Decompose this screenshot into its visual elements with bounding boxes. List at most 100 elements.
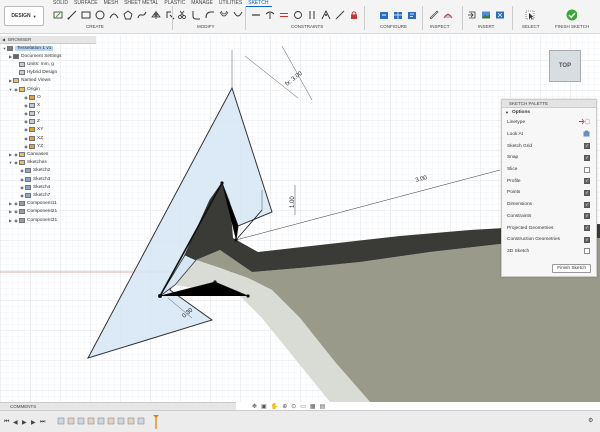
spline-icon[interactable] (136, 9, 147, 20)
tab-mesh[interactable]: MESH (101, 0, 121, 7)
equal-icon[interactable] (278, 9, 289, 20)
rules-icon[interactable] (406, 9, 417, 20)
coincident-icon[interactable] (264, 9, 275, 20)
browser-item[interactable]: ◉ X (0, 101, 96, 109)
orbit-icon[interactable]: ✥ (252, 403, 257, 410)
tangent-icon[interactable] (292, 9, 303, 20)
look-at-icon[interactable]: ▣ (261, 403, 267, 410)
palette-checkbox[interactable] (584, 225, 590, 232)
palette-checkbox[interactable] (584, 189, 590, 196)
first-step-icon[interactable]: ⏮ (4, 419, 9, 426)
linetype-construction-icon[interactable] (578, 118, 591, 127)
tab-utilities[interactable]: UTILITIES (216, 0, 245, 7)
tab-sketch[interactable]: SKETCH (245, 0, 272, 7)
palette-header[interactable]: SKETCH PALETTE (502, 100, 596, 108)
palette-checkbox[interactable] (584, 201, 590, 208)
sketch-icon[interactable] (52, 9, 63, 20)
lock-icon[interactable] (348, 9, 359, 20)
browser-item[interactable]: ▶ Document Settings (0, 52, 96, 60)
browser-item[interactable]: ◉ YZ (0, 142, 96, 150)
browser-item[interactable]: ◉ Sketch3 (0, 175, 96, 183)
break-icon[interactable] (232, 9, 243, 20)
workspace-switcher[interactable]: DESIGN ▼ (4, 6, 44, 26)
rectangle-icon[interactable] (80, 9, 91, 20)
tab-plastic[interactable]: PLASTIC (161, 0, 188, 7)
gear-icon[interactable]: ⚙ (588, 417, 593, 424)
look-at-icon[interactable] (583, 130, 590, 139)
browser-item[interactable]: ▼ ◉ Origin (0, 85, 96, 93)
tab-manage[interactable]: MANAGE (188, 0, 216, 7)
palette-checkbox[interactable] (584, 213, 590, 220)
palette-section-options[interactable]: ▼ Options (502, 108, 596, 117)
group-insert-label[interactable]: INSERT (478, 24, 494, 29)
palette-checkbox[interactable] (584, 154, 590, 161)
insert-dxf-icon[interactable] (494, 9, 505, 20)
palette-checkbox[interactable] (584, 236, 590, 243)
extend-icon[interactable] (204, 9, 215, 20)
browser-item[interactable]: ▶ Named Views (0, 77, 96, 85)
project-icon[interactable] (164, 9, 175, 20)
insert-derive-icon[interactable] (466, 9, 477, 20)
group-select-label[interactable]: SELECT (522, 24, 540, 29)
browser-item[interactable]: Hybrid Design (0, 69, 96, 77)
palette-checkbox[interactable] (584, 178, 590, 185)
grid-settings-icon[interactable]: ▦ (310, 403, 316, 410)
browser-item[interactable]: ◉ Y (0, 110, 96, 118)
chevron-down-icon[interactable]: ◀ (2, 37, 5, 42)
display-settings-icon[interactable]: ▭ (300, 403, 306, 410)
play-icon[interactable]: ▶ (22, 419, 27, 426)
palette-checkbox[interactable] (584, 248, 590, 255)
offset-icon[interactable] (218, 9, 229, 20)
circle-icon[interactable] (94, 9, 105, 20)
last-step-icon[interactable]: ⏭ (40, 419, 45, 426)
browser-item[interactable]: ▶ ◉ Component21 (0, 208, 96, 216)
finish-sketch-icon[interactable] (566, 9, 577, 20)
palette-checkbox[interactable] (584, 143, 590, 150)
palette-checkbox[interactable] (584, 166, 590, 173)
line-icon[interactable] (66, 9, 77, 20)
group-inspect-label[interactable]: INSPECT (430, 24, 450, 29)
browser-item[interactable]: ◉ O (0, 93, 96, 101)
browser-item[interactable]: ◉ Sketch2 (0, 167, 96, 175)
viewcube[interactable]: TOP (549, 50, 581, 82)
parameters-icon[interactable] (378, 9, 389, 20)
horizontal-constraint-icon[interactable] (250, 9, 261, 20)
mirror-icon[interactable] (150, 9, 161, 20)
tab-surface[interactable]: SURFACE (71, 0, 101, 7)
fillet-icon[interactable] (190, 9, 201, 20)
zoom-window-icon[interactable]: ⊙ (291, 403, 296, 410)
pan-icon[interactable]: ✋ (271, 403, 278, 410)
midpoint-icon[interactable] (320, 9, 331, 20)
browser-item[interactable]: ▼ ◉ Sketches (0, 159, 96, 167)
polygon-icon[interactable] (122, 9, 133, 20)
group-configure-label[interactable]: CONFIGURE (380, 24, 407, 29)
browser-item[interactable]: ◉ Z (0, 118, 96, 126)
finish-sketch-button[interactable]: Finish Sketch (552, 264, 591, 273)
previous-step-icon[interactable]: ◀ (13, 419, 18, 426)
browser-item[interactable]: ◉ Sketch7 (0, 191, 96, 199)
timeline-features[interactable] (56, 415, 166, 429)
tab-sheet-metal[interactable]: SHEET METAL (121, 0, 161, 7)
trim-icon[interactable] (176, 9, 187, 20)
curvature-icon[interactable] (442, 9, 453, 20)
zoom-icon[interactable]: ⊕ (282, 403, 287, 410)
group-finish-label[interactable]: FINISH SKETCH (555, 24, 589, 29)
browser-item[interactable]: ◉ Sketch4 (0, 183, 96, 191)
viewports-icon[interactable]: ▤ (320, 403, 326, 410)
tab-solid[interactable]: SOLID (50, 0, 71, 7)
browser-header[interactable]: ◀ BROWSER (0, 36, 96, 44)
browser-item[interactable]: ▼ Tesselation 1 v1 (0, 44, 96, 52)
group-constraints-label[interactable]: CONSTRAINTS (291, 24, 323, 29)
arc-icon[interactable] (108, 9, 119, 20)
browser-item[interactable]: Units: mm, g (0, 60, 96, 68)
measure-icon[interactable] (428, 9, 439, 20)
symmetry-icon[interactable] (334, 9, 345, 20)
group-modify-label[interactable]: MODIFY (197, 24, 215, 29)
comments-panel[interactable]: COMMENTS (0, 402, 236, 410)
configure-table-icon[interactable] (392, 9, 403, 20)
browser-item[interactable]: ◉ XZ (0, 134, 96, 142)
browser-item[interactable]: ▶ ◉ Component31 (0, 216, 96, 224)
browser-item[interactable]: ▶ ◉ Component11 (0, 200, 96, 208)
browser-item[interactable]: ▶ ◉ Canvases (0, 150, 96, 158)
browser-item[interactable]: ◉ XY (0, 126, 96, 134)
